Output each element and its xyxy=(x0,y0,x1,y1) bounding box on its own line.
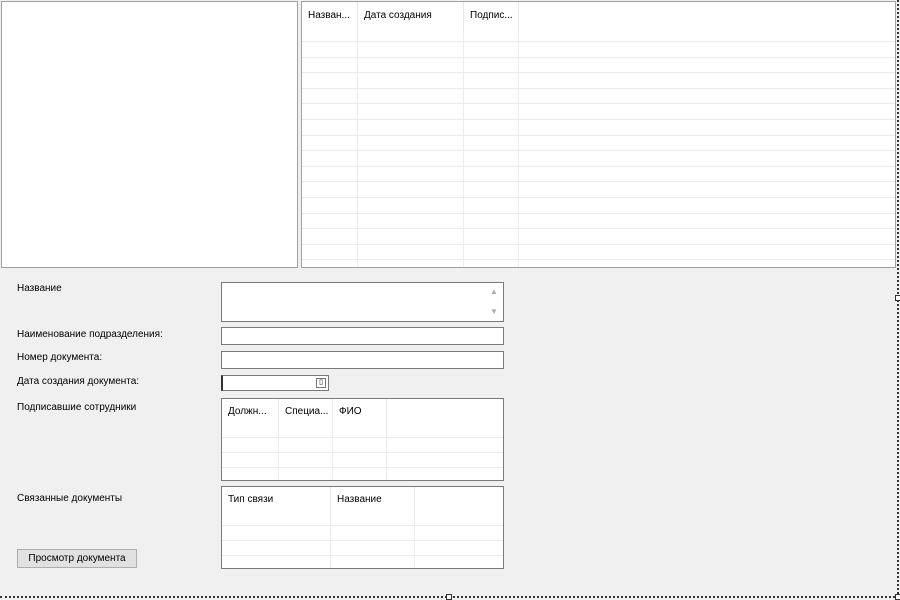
calendar-icon[interactable]: ▯ xyxy=(316,378,326,388)
resize-handle[interactable] xyxy=(895,594,900,600)
grid-row-line xyxy=(302,57,895,58)
resize-handle[interactable] xyxy=(895,295,900,301)
doc-number-label: Номер документа: xyxy=(17,352,103,363)
created-date-picker[interactable]: ▯ xyxy=(221,375,329,391)
grid-row-line xyxy=(302,259,895,260)
department-label: Наименование подразделения: xyxy=(17,329,163,340)
grid-row-line xyxy=(302,119,895,120)
name-textarea[interactable]: ▲ ▼ xyxy=(221,282,504,322)
column-header-signed[interactable]: Подпис... xyxy=(464,2,519,32)
resize-handle[interactable] xyxy=(446,594,452,600)
column-header-fio[interactable]: ФИО xyxy=(333,399,387,435)
grid-row-line xyxy=(302,197,895,198)
related-docs-grid[interactable]: Тип связи Название xyxy=(221,486,504,569)
grid-row-line xyxy=(302,41,895,42)
form-window: Назван... Дата создания Подпис... Назван… xyxy=(0,0,899,598)
grid-row-line xyxy=(302,150,895,151)
scroll-down-icon[interactable]: ▼ xyxy=(489,307,499,317)
grid-row-line xyxy=(302,213,895,214)
grid-divider xyxy=(332,435,333,480)
grid-row-line xyxy=(302,72,895,73)
grid-row-line xyxy=(302,166,895,167)
related-docs-label: Связанные документы xyxy=(17,493,123,504)
column-header-created-date[interactable]: Дата создания xyxy=(358,2,464,32)
grid-row-line xyxy=(222,437,503,438)
grid-row-line xyxy=(222,555,503,556)
created-date-label: Дата создания документа: xyxy=(17,376,140,387)
documents-grid[interactable]: Назван... Дата создания Подпис... xyxy=(301,1,896,268)
grid-divider xyxy=(278,435,279,480)
scroll-up-icon[interactable]: ▲ xyxy=(489,287,499,297)
grid-row-line xyxy=(302,244,895,245)
department-input[interactable] xyxy=(221,327,504,345)
signers-grid[interactable]: Должн... Специа... ФИО xyxy=(221,398,504,481)
column-header-name[interactable]: Назван... xyxy=(302,2,358,32)
doc-number-input[interactable] xyxy=(221,351,504,369)
column-header-position[interactable]: Должн... xyxy=(222,399,279,435)
grid-divider xyxy=(386,435,387,480)
grid-row-line xyxy=(222,540,503,541)
signers-label: Подписавшие сотрудники xyxy=(17,402,137,413)
grid-row-line xyxy=(302,88,895,89)
grid-row-line xyxy=(222,467,503,468)
column-header-link-type[interactable]: Тип связи xyxy=(222,487,331,523)
column-header-specialty[interactable]: Специа... xyxy=(279,399,333,435)
grid-row-line xyxy=(302,181,895,182)
documents-tree[interactable] xyxy=(1,1,298,268)
grid-row-line xyxy=(222,525,503,526)
view-document-button[interactable]: Просмотр документа xyxy=(17,549,137,568)
grid-row-line xyxy=(222,452,503,453)
grid-divider xyxy=(414,523,415,568)
grid-row-line xyxy=(302,135,895,136)
column-header-related-name[interactable]: Название xyxy=(331,487,415,523)
grid-divider xyxy=(330,523,331,568)
name-label: Название xyxy=(17,283,62,294)
grid-row-line xyxy=(302,228,895,229)
grid-row-line xyxy=(302,103,895,104)
